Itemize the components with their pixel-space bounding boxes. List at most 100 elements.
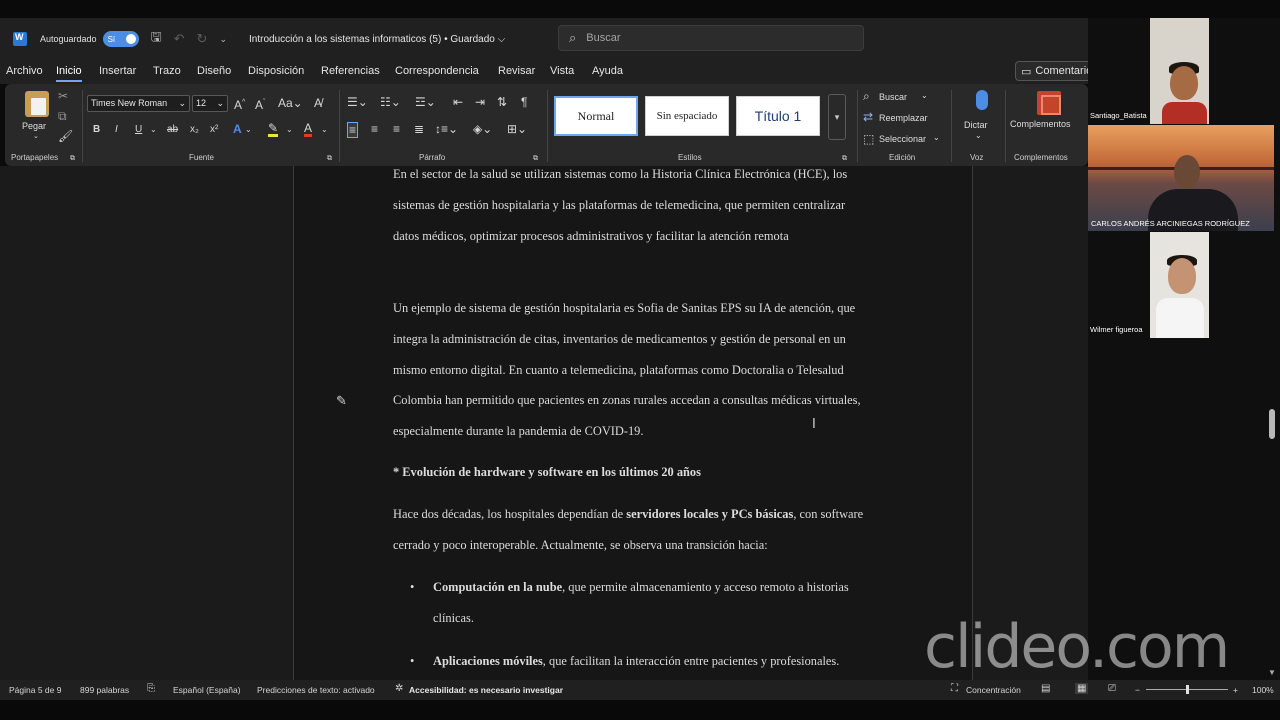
list-item[interactable]: Computación en la nube, que permite alma…	[393, 572, 873, 634]
tab-disposicion[interactable]: Disposición	[248, 65, 304, 77]
addins-label[interactable]: Complementos	[1010, 119, 1071, 129]
zoom-out-icon[interactable]: −	[1135, 685, 1140, 695]
read-mode-icon[interactable]: ▤	[1041, 683, 1050, 694]
shrink-font-icon[interactable]: Aˇ	[255, 97, 265, 111]
copy-icon[interactable]: ⧉	[58, 110, 67, 122]
tab-ayuda[interactable]: Ayuda	[592, 65, 623, 77]
bullets-icon[interactable]: ☰⌄	[347, 96, 368, 108]
sort-icon[interactable]: ⇅	[497, 96, 507, 108]
language[interactable]: Español (España)	[173, 685, 241, 695]
video-tile[interactable]: CARLOS ANDRÉS ARCINIEGAS RODRÍGUEZ	[1088, 125, 1274, 231]
focus-label[interactable]: Concentración	[966, 685, 1021, 695]
text-effects-icon[interactable]: A	[233, 123, 242, 135]
print-layout-icon[interactable]: ▦	[1075, 683, 1089, 694]
clear-formatting-icon[interactable]: A̸	[314, 97, 322, 109]
tab-vista[interactable]: Vista	[550, 65, 574, 77]
font-size-select[interactable]: 12 ⌄	[192, 95, 228, 112]
underline-dropdown-icon[interactable]: ⌄	[150, 124, 157, 136]
multilevel-list-icon[interactable]: ☲⌄	[415, 96, 436, 108]
paragraph[interactable]: Un ejemplo de sistema de gestión hospita…	[393, 293, 873, 447]
tab-referencias[interactable]: Referencias	[321, 65, 380, 77]
style-heading-1[interactable]: Título 1	[736, 96, 820, 136]
styles-launcher-icon[interactable]: ⧉	[842, 153, 847, 165]
clipboard-launcher-icon[interactable]: ⧉	[70, 153, 75, 165]
line-spacing-icon[interactable]: ↕≡⌄	[435, 123, 458, 135]
undo-icon[interactable]: ↶	[174, 31, 185, 47]
dictate-label[interactable]: Dictar	[964, 120, 988, 130]
autosave-toggle[interactable]: Sí	[102, 31, 139, 47]
chevron-down-icon[interactable]: ⌄	[321, 124, 328, 136]
font-launcher-icon[interactable]: ⧉	[327, 153, 332, 165]
select-dropdown-icon[interactable]: ⌄	[933, 133, 940, 142]
cut-icon[interactable]: ✂	[58, 90, 68, 102]
search-box[interactable]: ⌕ Buscar	[558, 25, 864, 51]
format-painter-icon[interactable]: 🖌	[58, 130, 73, 142]
superscript-icon[interactable]: x²	[210, 124, 218, 136]
paragraph[interactable]: Hace dos décadas, los hospitales dependí…	[393, 499, 873, 561]
find-dropdown-icon[interactable]: ⌄	[921, 91, 928, 100]
styles-gallery-more[interactable]: ▾	[828, 94, 846, 140]
web-layout-icon[interactable]: ⎚	[1108, 683, 1116, 694]
decrease-indent-icon[interactable]: ⇤	[453, 96, 463, 108]
save-icon[interactable]: 🖫	[151, 28, 162, 50]
dictate-dropdown-icon[interactable]: ⌄	[975, 131, 982, 140]
document-page[interactable]: En el sector de la salud se utilizan sis…	[293, 166, 973, 680]
zoom-slider-knob[interactable]	[1186, 685, 1189, 694]
microphone-icon[interactable]	[976, 90, 988, 110]
page-count[interactable]: Página 5 de 9	[9, 685, 61, 695]
section-heading[interactable]: * Evolución de hardware y software en lo…	[393, 465, 701, 480]
replace-label[interactable]: Reemplazar	[879, 113, 928, 123]
video-tile[interactable]	[1150, 18, 1209, 124]
align-right-icon[interactable]: ≡	[393, 123, 400, 135]
chevron-down-icon[interactable]: ⌄	[286, 124, 293, 136]
tab-revisar[interactable]: Revisar	[498, 65, 535, 77]
document-title[interactable]: Introducción a los sistemas informaticos…	[249, 34, 505, 45]
paste-icon[interactable]	[25, 91, 49, 117]
borders-icon[interactable]: ⊞⌄	[507, 123, 527, 135]
paragraph[interactable]: En el sector de la salud se utilizan sis…	[393, 166, 873, 251]
zoom-level[interactable]: 100%	[1252, 685, 1274, 695]
zoom-in-icon[interactable]: +	[1233, 685, 1238, 695]
style-no-spacing[interactable]: Sin espaciado	[645, 96, 729, 136]
highlight-color-icon[interactable]: ✎	[268, 122, 279, 137]
change-case-icon[interactable]: Aa⌄	[278, 97, 303, 109]
replace-icon[interactable]: ⇄	[863, 111, 873, 123]
select-label[interactable]: Seleccionar	[879, 134, 926, 144]
comments-button[interactable]: ▭ Comentario	[1015, 61, 1093, 81]
justify-icon[interactable]: ≣	[414, 123, 424, 135]
shading-icon[interactable]: ◈⌄	[473, 123, 492, 135]
underline-icon[interactable]: U	[135, 124, 142, 136]
align-left-icon[interactable]: ≡	[347, 122, 359, 138]
show-marks-icon[interactable]: ¶	[521, 96, 527, 108]
grow-font-icon[interactable]: A^	[234, 97, 245, 111]
proofing-icon[interactable]: ⎘	[147, 683, 155, 694]
redo-icon[interactable]: ↻	[197, 31, 208, 47]
tab-archivo[interactable]: Archivo	[6, 65, 43, 77]
addins-icon[interactable]	[1037, 91, 1061, 115]
subscript-icon[interactable]: x₂	[190, 124, 199, 136]
style-normal[interactable]: Normal	[554, 96, 638, 136]
paste-dropdown-icon[interactable]: ⌄	[33, 132, 39, 140]
paste-label[interactable]: Pegar	[22, 121, 46, 131]
video-tile[interactable]	[1150, 232, 1209, 338]
customize-toolbar-icon[interactable]: ⌄	[219, 34, 227, 45]
list-item[interactable]: Aplicaciones móviles, que facilitan la i…	[393, 646, 873, 677]
increase-indent-icon[interactable]: ⇥	[475, 96, 485, 108]
find-icon[interactable]: ⌕	[863, 90, 870, 102]
accessibility-status[interactable]: Accesibilidad: es necesario investigar	[409, 685, 563, 695]
select-icon[interactable]: ⬚	[863, 133, 874, 145]
paragraph-launcher-icon[interactable]: ⧉	[533, 153, 538, 165]
tab-diseno[interactable]: Diseño	[197, 65, 231, 77]
chevron-down-icon[interactable]: ⌄	[245, 124, 252, 136]
align-center-icon[interactable]: ≡	[371, 123, 378, 135]
word-count[interactable]: 899 palabras	[80, 685, 129, 695]
italic-icon[interactable]: I	[115, 124, 118, 136]
tab-trazo[interactable]: Trazo	[153, 65, 181, 77]
find-label[interactable]: Buscar	[879, 92, 907, 102]
tab-insertar[interactable]: Insertar	[99, 65, 136, 77]
numbering-icon[interactable]: ☷⌄	[380, 96, 401, 108]
tab-inicio[interactable]: Inicio	[56, 65, 82, 82]
bold-icon[interactable]: B	[93, 124, 100, 136]
scrollbar-thumb[interactable]	[1269, 409, 1275, 439]
tab-correspondencia[interactable]: Correspondencia	[395, 65, 479, 77]
